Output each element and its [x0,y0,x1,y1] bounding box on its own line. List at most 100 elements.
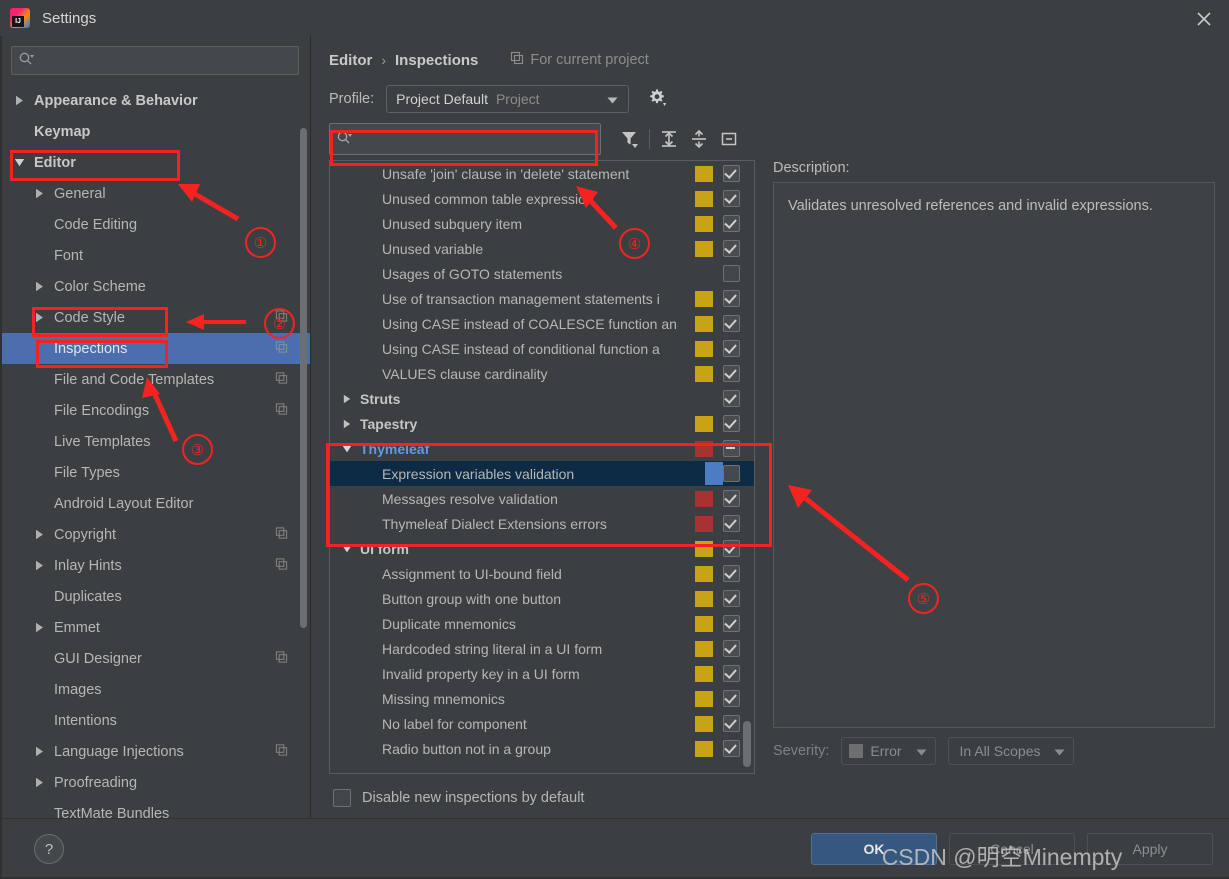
inspection-enabled-checkbox[interactable] [723,515,740,532]
inspection-row[interactable]: Invalid property key in a UI form [330,661,754,686]
inspection-row[interactable]: Duplicate mnemonics [330,611,754,636]
sidebar-item-file-encodings[interactable]: File Encodings [0,395,310,426]
inspection-enabled-checkbox[interactable] [723,340,740,357]
severity-dropdown[interactable]: Error [841,737,936,765]
inspection-row[interactable]: Expression variables validation [330,461,754,486]
hide-icon[interactable] [714,124,744,154]
chevron-right-icon[interactable] [340,392,354,406]
chevron-down-icon[interactable] [340,442,354,456]
inspection-group-row[interactable]: Thymeleaf [330,436,754,461]
inspection-row[interactable]: Unused common table expression [330,186,754,211]
sidebar-item-code-style[interactable]: Code Style [0,302,310,333]
inspection-row[interactable]: Unsafe 'join' clause in 'delete' stateme… [330,161,754,186]
inspection-enabled-checkbox[interactable] [723,240,740,257]
inspection-enabled-checkbox[interactable] [723,640,740,657]
disable-new-inspections-row[interactable]: Disable new inspections by default [329,778,1215,818]
inspection-row[interactable]: Missing mnemonics [330,686,754,711]
sidebar-item-language-injections[interactable]: Language Injections [0,736,310,767]
sidebar-item-gui-designer[interactable]: GUI Designer [0,643,310,674]
inspection-row[interactable]: VALUES clause cardinality [330,361,754,386]
ok-button[interactable]: OK [811,833,937,865]
sidebar-item-keymap[interactable]: Keymap [0,116,310,147]
sidebar-item-textmate-bundles[interactable]: TextMate Bundles [0,798,310,819]
inspection-list-box[interactable]: Unsafe 'join' clause in 'delete' stateme… [329,160,755,774]
cancel-button[interactable]: Cancel [949,833,1075,865]
sidebar-item-proofreading[interactable]: Proofreading [0,767,310,798]
disable-new-inspections-checkbox[interactable] [333,789,351,807]
inspection-search-input[interactable] [352,130,594,148]
apply-button[interactable]: Apply [1087,833,1213,865]
inspection-group-row[interactable]: Tapestry [330,411,754,436]
inspection-enabled-checkbox[interactable] [723,665,740,682]
chevron-right-icon[interactable] [340,417,354,431]
inspection-enabled-checkbox[interactable] [723,540,740,557]
inspection-row[interactable]: Hardcoded string literal in a UI form [330,636,754,661]
inspection-row[interactable]: Unused subquery item [330,211,754,236]
sidebar-item-intentions[interactable]: Intentions [0,705,310,736]
inspection-row[interactable]: Assignment to UI-bound field [330,561,754,586]
inspection-search-box[interactable] [329,123,601,155]
inspection-enabled-checkbox[interactable] [723,615,740,632]
gear-icon[interactable] [647,88,667,111]
inspection-enabled-checkbox[interactable] [723,490,740,507]
inspection-row[interactable]: Button group with one button [330,586,754,611]
inspection-enabled-checkbox[interactable] [723,190,740,207]
inspection-row[interactable]: Messages resolve validation [330,486,754,511]
breadcrumb-parent[interactable]: Editor [329,52,372,69]
inspection-row[interactable]: Using CASE instead of COALESCE function … [330,311,754,336]
inspection-group-row[interactable]: Struts [330,386,754,411]
sidebar-item-live-templates[interactable]: Live Templates [0,426,310,457]
inspection-row[interactable]: Unused variable [330,236,754,261]
inspection-enabled-checkbox[interactable] [723,290,740,307]
sidebar-search-input[interactable] [36,52,292,69]
inspection-row[interactable]: Using CASE instead of conditional functi… [330,336,754,361]
inspection-list[interactable]: Unsafe 'join' clause in 'delete' stateme… [330,161,754,773]
scope-dropdown[interactable]: In All Scopes [947,737,1075,765]
inspection-row[interactable]: Usages of GOTO statements [330,261,754,286]
inspection-enabled-checkbox[interactable] [723,740,740,757]
expand-all-icon[interactable] [654,124,684,154]
collapse-all-icon[interactable] [684,124,714,154]
inspection-enabled-checkbox[interactable] [723,265,740,282]
sidebar-item-appearance-behavior[interactable]: Appearance & Behavior [0,85,310,116]
sidebar-item-copyright[interactable]: Copyright [0,519,310,550]
inspection-list-scrollbar[interactable] [743,721,751,767]
help-button[interactable]: ? [34,834,64,864]
inspection-enabled-checkbox[interactable] [723,415,740,432]
sidebar-item-images[interactable]: Images [0,674,310,705]
sidebar-item-emmet[interactable]: Emmet [0,612,310,643]
inspection-enabled-checkbox[interactable] [723,315,740,332]
inspection-enabled-checkbox[interactable] [723,165,740,182]
sidebar-tree[interactable]: Appearance & Behavior Keymap Editor General… [0,83,310,818]
inspection-enabled-checkbox[interactable] [723,465,740,482]
inspection-enabled-checkbox[interactable] [723,215,740,232]
inspection-enabled-checkbox[interactable] [723,590,740,607]
sidebar-item-color-scheme[interactable]: Color Scheme [0,271,310,302]
sidebar-item-file-and-code-templates[interactable]: File and Code Templates [0,364,310,395]
inspection-row[interactable]: No label for component [330,711,754,736]
profile-dropdown[interactable]: Project Default Project [386,85,630,113]
inspection-row[interactable]: Use of transaction management statements… [330,286,754,311]
inspection-enabled-checkbox[interactable] [723,365,740,382]
inspection-row[interactable]: Radio button not in a group [330,736,754,761]
sidebar-item-editor[interactable]: Editor [0,147,310,178]
sidebar-item-inspections[interactable]: Inspections [0,333,310,364]
inspection-row[interactable]: Thymeleaf Dialect Extensions errors [330,511,754,536]
sidebar-item-inlay-hints[interactable]: Inlay Hints [0,550,310,581]
sidebar-item-font[interactable]: Font [0,240,310,271]
inspection-enabled-checkbox[interactable] [723,715,740,732]
close-icon[interactable] [1193,8,1215,30]
filter-icon[interactable] [615,124,645,154]
inspection-enabled-checkbox[interactable] [723,390,740,407]
sidebar-item-code-editing[interactable]: Code Editing [0,209,310,240]
inspection-group-row[interactable]: UI form [330,536,754,561]
sidebar-search-box[interactable] [11,46,299,75]
inspection-enabled-checkbox[interactable] [723,565,740,582]
inspection-enabled-checkbox[interactable] [723,440,740,457]
chevron-down-icon[interactable] [340,542,354,556]
sidebar-item-duplicates[interactable]: Duplicates [0,581,310,612]
sidebar-item-android-layout-editor[interactable]: Android Layout Editor [0,488,310,519]
sidebar-item-file-types[interactable]: File Types [0,457,310,488]
sidebar-item-general[interactable]: General [0,178,310,209]
sidebar-scrollbar[interactable] [300,128,307,628]
